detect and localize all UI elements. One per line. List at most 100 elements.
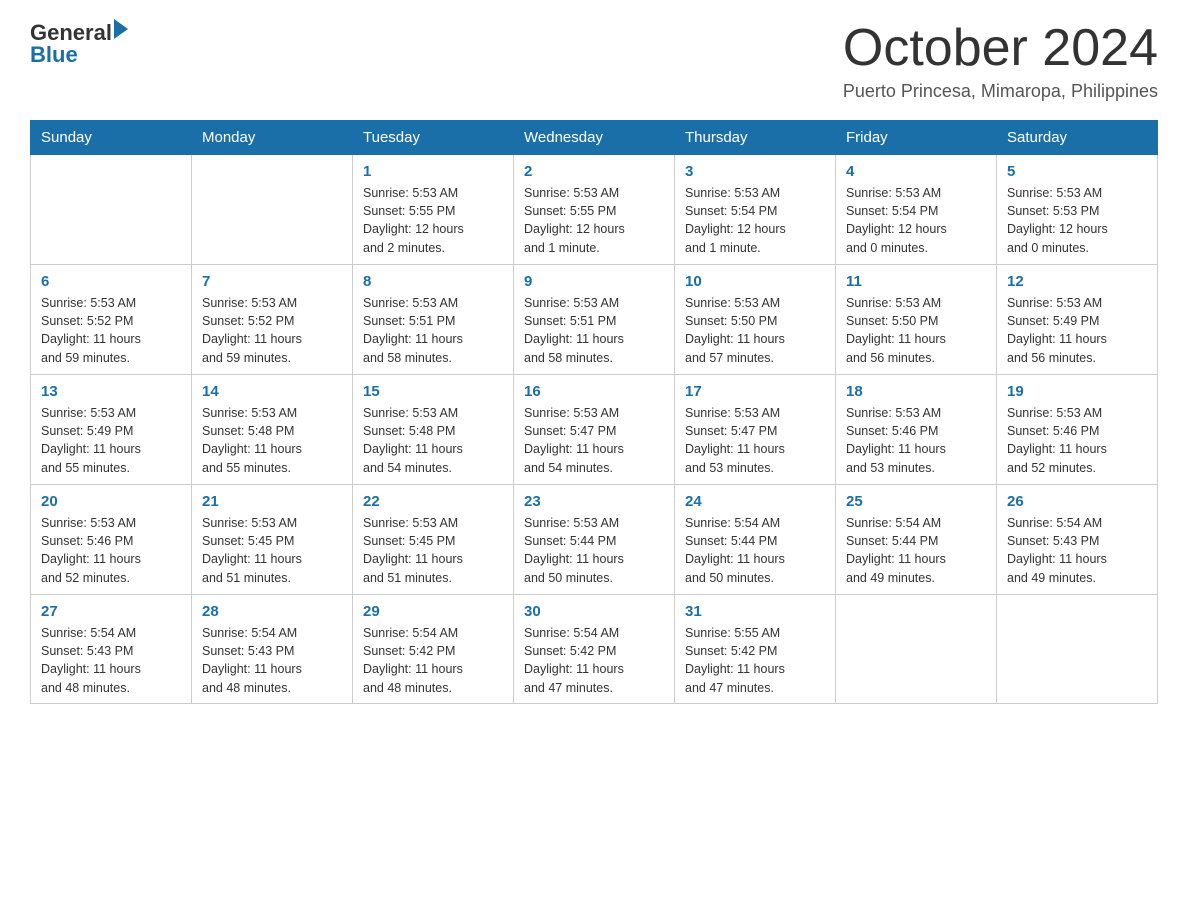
day-info: Sunrise: 5:53 AM Sunset: 5:46 PM Dayligh… xyxy=(846,404,986,477)
day-number: 21 xyxy=(202,491,342,512)
day-info: Sunrise: 5:53 AM Sunset: 5:55 PM Dayligh… xyxy=(524,184,664,257)
title-area: October 2024 Puerto Princesa, Mimaropa, … xyxy=(843,20,1158,102)
calendar-cell: 10Sunrise: 5:53 AM Sunset: 5:50 PM Dayli… xyxy=(675,265,836,375)
day-info: Sunrise: 5:53 AM Sunset: 5:55 PM Dayligh… xyxy=(363,184,503,257)
weekday-header-row: SundayMondayTuesdayWednesdayThursdayFrid… xyxy=(31,121,1158,155)
calendar-cell: 30Sunrise: 5:54 AM Sunset: 5:42 PM Dayli… xyxy=(514,595,675,704)
calendar-cell: 12Sunrise: 5:53 AM Sunset: 5:49 PM Dayli… xyxy=(997,265,1158,375)
calendar-week-row: 13Sunrise: 5:53 AM Sunset: 5:49 PM Dayli… xyxy=(31,375,1158,485)
day-number: 14 xyxy=(202,381,342,402)
day-info: Sunrise: 5:53 AM Sunset: 5:46 PM Dayligh… xyxy=(41,514,181,587)
day-info: Sunrise: 5:54 AM Sunset: 5:43 PM Dayligh… xyxy=(41,624,181,697)
calendar-cell: 16Sunrise: 5:53 AM Sunset: 5:47 PM Dayli… xyxy=(514,375,675,485)
calendar-cell: 11Sunrise: 5:53 AM Sunset: 5:50 PM Dayli… xyxy=(836,265,997,375)
day-number: 30 xyxy=(524,601,664,622)
day-number: 1 xyxy=(363,161,503,182)
calendar-cell: 28Sunrise: 5:54 AM Sunset: 5:43 PM Dayli… xyxy=(192,595,353,704)
day-info: Sunrise: 5:53 AM Sunset: 5:51 PM Dayligh… xyxy=(363,294,503,367)
day-number: 8 xyxy=(363,271,503,292)
day-number: 7 xyxy=(202,271,342,292)
day-info: Sunrise: 5:53 AM Sunset: 5:51 PM Dayligh… xyxy=(524,294,664,367)
page-header: General Blue October 2024 Puerto Princes… xyxy=(30,20,1158,102)
weekday-header-friday: Friday xyxy=(836,121,997,155)
day-info: Sunrise: 5:53 AM Sunset: 5:50 PM Dayligh… xyxy=(846,294,986,367)
day-info: Sunrise: 5:54 AM Sunset: 5:44 PM Dayligh… xyxy=(846,514,986,587)
day-info: Sunrise: 5:54 AM Sunset: 5:42 PM Dayligh… xyxy=(524,624,664,697)
day-number: 23 xyxy=(524,491,664,512)
day-info: Sunrise: 5:53 AM Sunset: 5:52 PM Dayligh… xyxy=(202,294,342,367)
calendar-cell: 18Sunrise: 5:53 AM Sunset: 5:46 PM Dayli… xyxy=(836,375,997,485)
calendar-cell: 17Sunrise: 5:53 AM Sunset: 5:47 PM Dayli… xyxy=(675,375,836,485)
day-number: 12 xyxy=(1007,271,1147,292)
calendar-cell: 2Sunrise: 5:53 AM Sunset: 5:55 PM Daylig… xyxy=(514,155,675,265)
weekday-header-tuesday: Tuesday xyxy=(353,121,514,155)
calendar-cell: 24Sunrise: 5:54 AM Sunset: 5:44 PM Dayli… xyxy=(675,485,836,595)
logo: General Blue xyxy=(30,20,128,68)
calendar-cell: 6Sunrise: 5:53 AM Sunset: 5:52 PM Daylig… xyxy=(31,265,192,375)
day-info: Sunrise: 5:53 AM Sunset: 5:44 PM Dayligh… xyxy=(524,514,664,587)
day-number: 13 xyxy=(41,381,181,402)
calendar-cell: 23Sunrise: 5:53 AM Sunset: 5:44 PM Dayli… xyxy=(514,485,675,595)
day-number: 6 xyxy=(41,271,181,292)
day-number: 20 xyxy=(41,491,181,512)
calendar-cell: 22Sunrise: 5:53 AM Sunset: 5:45 PM Dayli… xyxy=(353,485,514,595)
day-number: 19 xyxy=(1007,381,1147,402)
calendar-week-row: 27Sunrise: 5:54 AM Sunset: 5:43 PM Dayli… xyxy=(31,595,1158,704)
weekday-header-sunday: Sunday xyxy=(31,121,192,155)
calendar-cell: 15Sunrise: 5:53 AM Sunset: 5:48 PM Dayli… xyxy=(353,375,514,485)
calendar-subtitle: Puerto Princesa, Mimaropa, Philippines xyxy=(843,81,1158,102)
calendar-cell: 19Sunrise: 5:53 AM Sunset: 5:46 PM Dayli… xyxy=(997,375,1158,485)
day-info: Sunrise: 5:54 AM Sunset: 5:44 PM Dayligh… xyxy=(685,514,825,587)
calendar-cell: 7Sunrise: 5:53 AM Sunset: 5:52 PM Daylig… xyxy=(192,265,353,375)
calendar-cell: 21Sunrise: 5:53 AM Sunset: 5:45 PM Dayli… xyxy=(192,485,353,595)
day-number: 25 xyxy=(846,491,986,512)
day-number: 26 xyxy=(1007,491,1147,512)
day-number: 17 xyxy=(685,381,825,402)
day-number: 4 xyxy=(846,161,986,182)
calendar-title: October 2024 xyxy=(843,20,1158,77)
calendar-week-row: 1Sunrise: 5:53 AM Sunset: 5:55 PM Daylig… xyxy=(31,155,1158,265)
calendar-cell: 20Sunrise: 5:53 AM Sunset: 5:46 PM Dayli… xyxy=(31,485,192,595)
day-number: 10 xyxy=(685,271,825,292)
day-number: 15 xyxy=(363,381,503,402)
logo-triangle-icon xyxy=(114,19,128,39)
calendar-cell: 5Sunrise: 5:53 AM Sunset: 5:53 PM Daylig… xyxy=(997,155,1158,265)
day-number: 5 xyxy=(1007,161,1147,182)
day-info: Sunrise: 5:54 AM Sunset: 5:42 PM Dayligh… xyxy=(363,624,503,697)
day-info: Sunrise: 5:53 AM Sunset: 5:45 PM Dayligh… xyxy=(202,514,342,587)
calendar-cell: 9Sunrise: 5:53 AM Sunset: 5:51 PM Daylig… xyxy=(514,265,675,375)
day-number: 28 xyxy=(202,601,342,622)
calendar-cell: 29Sunrise: 5:54 AM Sunset: 5:42 PM Dayli… xyxy=(353,595,514,704)
calendar-cell xyxy=(997,595,1158,704)
day-number: 11 xyxy=(846,271,986,292)
day-number: 22 xyxy=(363,491,503,512)
day-info: Sunrise: 5:53 AM Sunset: 5:52 PM Dayligh… xyxy=(41,294,181,367)
day-info: Sunrise: 5:55 AM Sunset: 5:42 PM Dayligh… xyxy=(685,624,825,697)
calendar-week-row: 6Sunrise: 5:53 AM Sunset: 5:52 PM Daylig… xyxy=(31,265,1158,375)
day-number: 2 xyxy=(524,161,664,182)
calendar-cell: 4Sunrise: 5:53 AM Sunset: 5:54 PM Daylig… xyxy=(836,155,997,265)
day-number: 18 xyxy=(846,381,986,402)
calendar-cell: 31Sunrise: 5:55 AM Sunset: 5:42 PM Dayli… xyxy=(675,595,836,704)
day-number: 3 xyxy=(685,161,825,182)
calendar-cell xyxy=(31,155,192,265)
day-info: Sunrise: 5:53 AM Sunset: 5:54 PM Dayligh… xyxy=(846,184,986,257)
calendar-cell: 8Sunrise: 5:53 AM Sunset: 5:51 PM Daylig… xyxy=(353,265,514,375)
day-info: Sunrise: 5:53 AM Sunset: 5:47 PM Dayligh… xyxy=(685,404,825,477)
day-info: Sunrise: 5:53 AM Sunset: 5:53 PM Dayligh… xyxy=(1007,184,1147,257)
day-number: 16 xyxy=(524,381,664,402)
weekday-header-monday: Monday xyxy=(192,121,353,155)
calendar-table: SundayMondayTuesdayWednesdayThursdayFrid… xyxy=(30,120,1158,704)
weekday-header-wednesday: Wednesday xyxy=(514,121,675,155)
calendar-cell: 26Sunrise: 5:54 AM Sunset: 5:43 PM Dayli… xyxy=(997,485,1158,595)
day-info: Sunrise: 5:53 AM Sunset: 5:48 PM Dayligh… xyxy=(202,404,342,477)
day-number: 31 xyxy=(685,601,825,622)
day-info: Sunrise: 5:53 AM Sunset: 5:48 PM Dayligh… xyxy=(363,404,503,477)
day-info: Sunrise: 5:53 AM Sunset: 5:47 PM Dayligh… xyxy=(524,404,664,477)
day-number: 24 xyxy=(685,491,825,512)
calendar-week-row: 20Sunrise: 5:53 AM Sunset: 5:46 PM Dayli… xyxy=(31,485,1158,595)
day-info: Sunrise: 5:54 AM Sunset: 5:43 PM Dayligh… xyxy=(202,624,342,697)
calendar-cell xyxy=(192,155,353,265)
logo-blue: Blue xyxy=(30,42,128,68)
calendar-cell: 3Sunrise: 5:53 AM Sunset: 5:54 PM Daylig… xyxy=(675,155,836,265)
